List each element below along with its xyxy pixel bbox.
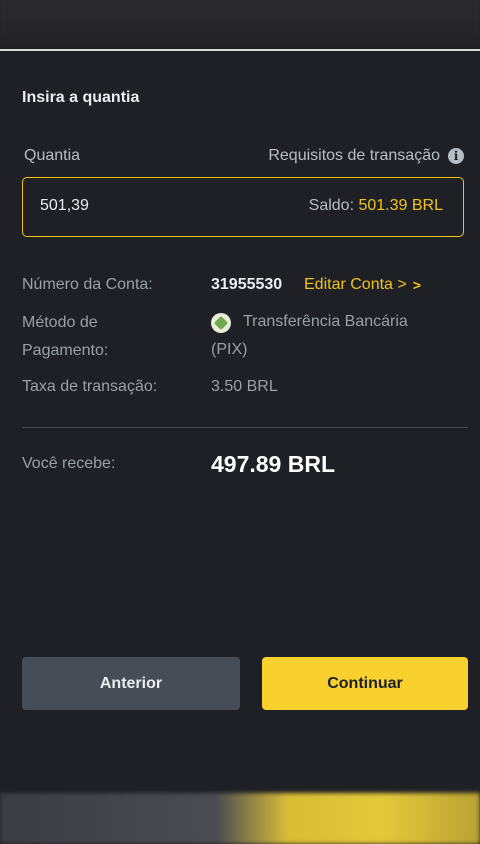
balance-value: 501.39 BRL [358, 197, 443, 214]
payment-method-line2: (PIX) [211, 341, 248, 358]
receive-label: Você recebe: [22, 455, 116, 472]
edit-account-label: Editar Conta > [304, 276, 407, 293]
amount-sheet: Insira a quantia Quantia Requisitos de t… [0, 51, 480, 793]
edit-account-link[interactable]: Editar Conta > > [304, 271, 421, 299]
divider [22, 427, 468, 428]
chevron-right-icon: > [412, 277, 421, 293]
payment-method-line1: Transferência Bancária [243, 313, 408, 330]
balance: Saldo: 501.39 BRL [309, 197, 443, 215]
sheet-title: Insira a quantia [22, 89, 140, 106]
receive-value: 497.89 BRL [211, 451, 336, 477]
amount-value[interactable]: 501,39 [40, 197, 89, 215]
transaction-requirements-label: Requisitos de transação [268, 147, 440, 164]
screen: Insira a quantia Quantia Requisitos de t… [0, 0, 480, 844]
back-button[interactable]: Anterior [22, 657, 240, 710]
balance-label: Saldo: [308, 197, 355, 214]
account-number-label: Número da Conta: [22, 276, 153, 293]
account-number-value: 31955530 [211, 276, 283, 293]
info-icon[interactable]: i [448, 148, 464, 164]
payment-method-label-line2: Pagamento: [22, 342, 109, 359]
background-overlay-bottom [0, 793, 480, 844]
payment-method-label: Método de Pagamento: [22, 309, 108, 365]
payment-method-value: Transferência Bancária (PIX) [211, 308, 451, 364]
amount-label: Quantia [24, 147, 81, 164]
payment-method-label-line1: Método de [22, 314, 98, 331]
amount-input[interactable]: 501,39 Saldo: 501.39 BRL [22, 177, 464, 237]
transaction-requirements-link[interactable]: Requisitos de transação i [268, 147, 464, 165]
fee-value: 3.50 BRL [211, 378, 278, 395]
continue-button[interactable]: Continuar [262, 657, 468, 710]
fee-label: Taxa de transação: [22, 378, 158, 395]
background-overlay [0, 0, 480, 48]
